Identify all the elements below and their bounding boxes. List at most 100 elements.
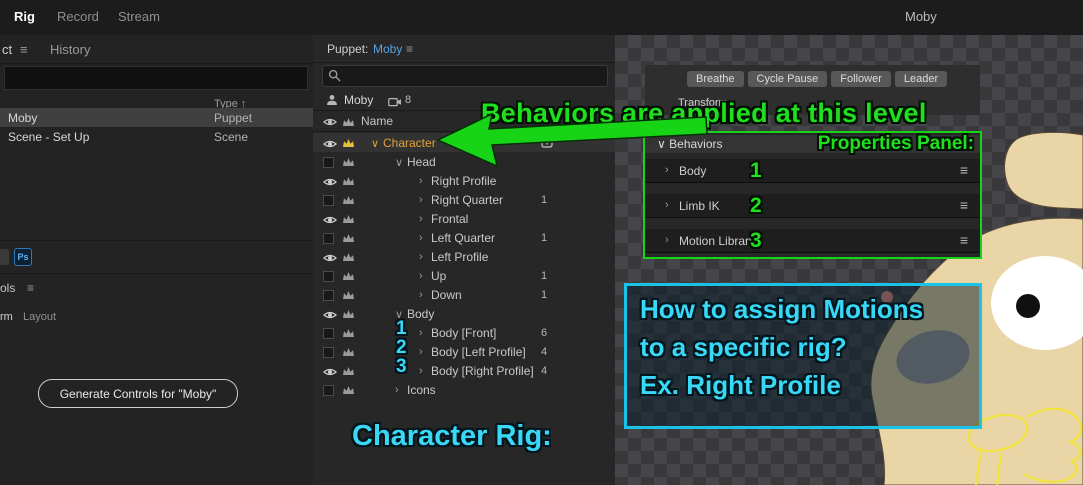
crown-icon[interactable] (342, 365, 355, 379)
layer-label: Right Quarter (431, 193, 504, 207)
visibility-checkbox[interactable] (323, 328, 334, 342)
tree-row[interactable]: ∨ Head (313, 152, 615, 171)
tab-history[interactable]: History (50, 42, 90, 57)
crown-icon[interactable] (342, 232, 355, 246)
crown-icon[interactable] (342, 213, 355, 227)
eye-icon[interactable] (322, 366, 338, 380)
tag-breathe-button[interactable]: Breathe (687, 71, 744, 87)
eye-icon[interactable] (322, 116, 338, 130)
behavior-row[interactable]: › Limb IK ≡ (645, 194, 980, 218)
app-icon-partial[interactable] (0, 249, 9, 265)
scene-viewport[interactable]: Breathe Cycle Pause Follower Leader Tran… (615, 35, 1083, 485)
panel-menu-icon[interactable]: ≡ (27, 281, 34, 295)
tree-row[interactable]: ∨ Body (313, 304, 615, 323)
expand-arrow[interactable]: ∨ (395, 308, 403, 321)
transform-section-label[interactable]: Transform (678, 97, 728, 109)
project-filter-box[interactable] (4, 66, 308, 90)
tag-follower-button[interactable]: Follower (831, 71, 891, 87)
expand-arrow[interactable]: › (665, 199, 669, 211)
panel-menu-icon[interactable]: ≡ (406, 42, 413, 56)
eye-icon[interactable] (322, 138, 338, 152)
expand-arrow[interactable]: › (665, 164, 669, 176)
behavior-row[interactable]: › Motion Library ≡ (645, 229, 980, 253)
generate-controls-button[interactable]: Generate Controls for "Moby" (38, 379, 238, 408)
crown-icon[interactable] (342, 384, 355, 398)
tab-record[interactable]: Record (57, 9, 99, 24)
project-row[interactable]: Scene - Set Up Scene (0, 127, 313, 146)
crown-icon[interactable] (342, 137, 355, 151)
behavior-row[interactable]: › Body ≡ (645, 159, 980, 183)
tree-row[interactable]: › Body [Front] 6 (313, 323, 615, 342)
tree-row[interactable]: › Down 1 (313, 285, 615, 304)
visibility-checkbox[interactable] (323, 195, 334, 209)
eye-icon[interactable] (322, 176, 338, 190)
crown-icon[interactable] (342, 327, 355, 341)
eye-icon[interactable] (322, 252, 338, 266)
tree-row[interactable]: ∨ Character (313, 133, 615, 152)
visibility-checkbox[interactable] (323, 385, 334, 399)
crown-icon[interactable] (342, 308, 355, 322)
tree-row[interactable]: › Icons (313, 380, 615, 399)
tab-stream[interactable]: Stream (118, 9, 160, 24)
tag-leader-button[interactable]: Leader (894, 71, 948, 87)
expand-arrow[interactable]: › (419, 213, 423, 225)
behavior-menu-icon[interactable]: ≡ (960, 162, 968, 178)
puppet-search-input[interactable] (322, 65, 608, 87)
behavior-menu-icon[interactable]: ≡ (960, 232, 968, 248)
tab-rig[interactable]: Rig (14, 9, 35, 24)
expand-arrow[interactable]: ∨ (657, 137, 666, 151)
expand-arrow[interactable]: › (419, 232, 423, 244)
expand-arrow[interactable]: › (395, 384, 399, 396)
tab-project-partial[interactable]: ct (2, 42, 12, 57)
crown-icon[interactable] (342, 194, 355, 208)
eye-icon[interactable] (322, 309, 338, 323)
expand-arrow[interactable]: ∨ (395, 156, 403, 169)
puppet-root-row[interactable]: Moby 8 (313, 89, 615, 111)
tree-row[interactable]: › Body [Left Profile] 4 (313, 342, 615, 361)
crown-icon[interactable] (342, 251, 355, 265)
tree-row[interactable]: › Right Profile (313, 171, 615, 190)
tree-row[interactable]: › Frontal (313, 209, 615, 228)
crown-icon[interactable] (342, 270, 355, 284)
expand-arrow[interactable]: › (419, 270, 423, 282)
visibility-checkbox[interactable] (323, 233, 334, 247)
puppet-name-link[interactable]: Moby (373, 42, 402, 56)
behavior-label: Body (679, 164, 707, 178)
character-pupil (1016, 294, 1040, 318)
expand-arrow[interactable]: ∨ (371, 137, 379, 150)
tree-row[interactable]: › Up 1 (313, 266, 615, 285)
expand-arrow[interactable]: › (419, 346, 423, 358)
tag-cycle-pause-button[interactable]: Cycle Pause (747, 71, 828, 87)
tree-row[interactable]: › Right Quarter 1 (313, 190, 615, 209)
crown-icon[interactable] (342, 289, 355, 303)
expand-arrow[interactable]: › (419, 365, 423, 377)
crown-icon[interactable] (342, 175, 355, 189)
badge-icon[interactable] (541, 136, 553, 151)
project-row[interactable]: Moby Puppet (0, 108, 313, 127)
visibility-checkbox[interactable] (323, 347, 334, 361)
tree-row[interactable]: › Left Profile (313, 247, 615, 266)
visibility-checkbox[interactable] (323, 290, 334, 304)
expand-arrow[interactable]: › (419, 175, 423, 187)
tree-row[interactable]: › Body [Right Profile] 4 (313, 361, 615, 380)
tree-row[interactable]: › Left Quarter 1 (313, 228, 615, 247)
puppet-panel: Puppet: Moby ≡ Moby 8 Name ∨ Character ∨… (313, 35, 616, 485)
tab-layout[interactable]: Layout (23, 311, 56, 323)
layer-label: Body [Right Profile] (431, 364, 534, 378)
tab-transform-partial[interactable]: rm (0, 311, 13, 323)
expand-arrow[interactable]: › (665, 234, 669, 246)
photoshop-icon[interactable]: Ps (14, 248, 32, 266)
crown-icon[interactable] (342, 346, 355, 360)
panel-menu-icon[interactable]: ≡ (20, 42, 28, 57)
eye-icon[interactable] (322, 214, 338, 228)
visibility-checkbox[interactable] (323, 271, 334, 285)
expand-arrow[interactable]: › (419, 289, 423, 301)
behaviors-section-header[interactable]: ∨ Behaviors (645, 135, 980, 153)
visibility-checkbox[interactable] (323, 157, 334, 171)
handle-count: 6 (541, 327, 548, 339)
expand-arrow[interactable]: › (419, 194, 423, 206)
crown-icon[interactable] (342, 156, 355, 170)
behavior-menu-icon[interactable]: ≡ (960, 197, 968, 213)
expand-arrow[interactable]: › (419, 251, 423, 263)
expand-arrow[interactable]: › (419, 327, 423, 339)
